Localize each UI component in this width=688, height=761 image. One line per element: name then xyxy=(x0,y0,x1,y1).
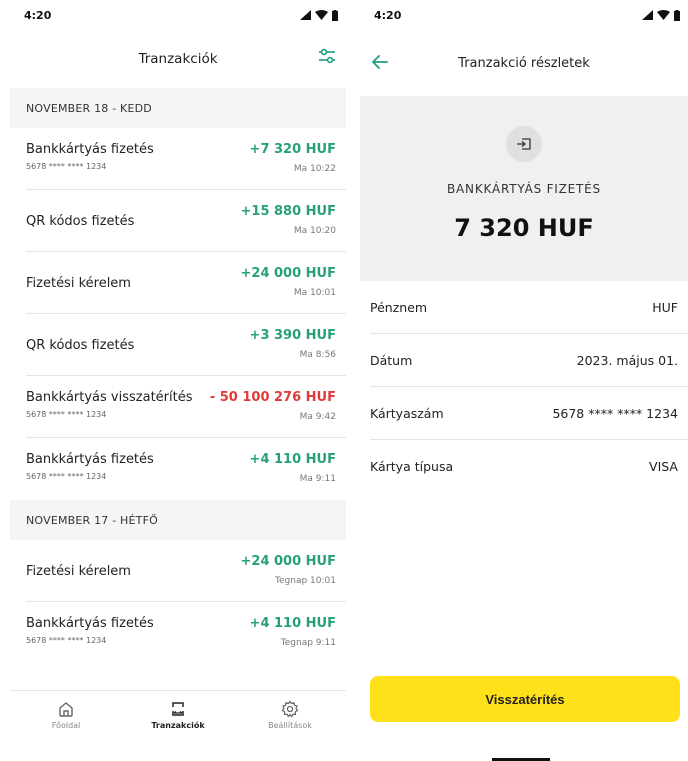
card-number: 5678 **** **** 1234 xyxy=(26,636,107,645)
transactions-screen: 4:20 Tranzakciók NOVEMBER 18 - KEDD Bankk… xyxy=(10,0,346,761)
detail-value: 5678 **** **** 1234 xyxy=(552,405,678,421)
detail-label: Kártyaszám xyxy=(370,405,444,421)
signal-icon xyxy=(642,10,653,20)
status-icons xyxy=(300,9,338,21)
wifi-icon xyxy=(657,10,670,20)
transaction-row[interactable]: QR kódos fizetés +3 390 HUF Ma 8:56 xyxy=(26,314,346,376)
nav-transactions-label: Tranzakciók xyxy=(151,720,205,730)
transaction-row[interactable]: Bankkártyás fizetés 5678 **** **** 1234 +4… xyxy=(26,602,346,664)
transaction-summary: BANKKÁRTYÁS FIZETÉS 7 320 HUF xyxy=(360,96,688,281)
status-time: 4:20 xyxy=(374,8,402,22)
transaction-amount: +3 390 HUF xyxy=(249,328,336,343)
transaction-time: Ma 9:11 xyxy=(299,474,336,484)
wifi-icon xyxy=(315,10,328,20)
section-date-header: NOVEMBER 17 - HÉTFŐ xyxy=(10,500,346,540)
transaction-time: Ma 10:01 xyxy=(293,288,336,298)
detail-label: Kártya típusa xyxy=(370,459,454,474)
detail-value: VISA xyxy=(649,459,678,474)
transaction-amount: +24 000 HUF xyxy=(240,554,337,569)
detail-row: Pénznem HUF xyxy=(370,281,688,334)
transaction-row[interactable]: Fizetési kérelem +24 000 HUF Ma 10:01 xyxy=(26,252,346,314)
details-list: Pénznem HUF Dátum 2023. május 01. Kártyaszám… xyxy=(360,281,688,493)
transaction-title: QR kódos fizetés xyxy=(26,338,135,353)
card-number: 5678 **** **** 1234 xyxy=(26,472,107,481)
detail-value: HUF xyxy=(652,299,678,315)
detail-label: Dátum xyxy=(370,352,413,368)
transaction-rows: Bankkártyás fizetés 5678 **** **** 1234 +7… xyxy=(10,128,346,500)
sliders-icon[interactable] xyxy=(318,48,336,64)
battery-icon xyxy=(332,9,338,21)
transaction-amount: +24 000 HUF xyxy=(240,266,337,281)
transaction-amount: +4 110 HUF xyxy=(249,452,336,467)
transaction-time: Ma 10:22 xyxy=(293,164,336,174)
transaction-details-screen: 4:20 Tranzakció részletek BANKKÁRTYÁS FI… xyxy=(360,0,688,761)
status-time: 4:20 xyxy=(24,8,52,22)
transaction-time: Ma 10:20 xyxy=(293,226,336,236)
transaction-section: NOVEMBER 18 - KEDD Bankkártyás fizetés 567… xyxy=(10,88,346,500)
page-title: Tranzakciók xyxy=(138,51,218,67)
page-title: Tranzakció részletek xyxy=(458,55,590,71)
section-date-header: NOVEMBER 18 - KEDD xyxy=(10,88,346,128)
transaction-row[interactable]: Bankkártyás fizetés 5678 **** **** 1234 +7… xyxy=(26,128,346,190)
transaction-title: Fizetési kérelem xyxy=(26,276,131,291)
detail-value: 2023. május 01. xyxy=(576,352,678,368)
transaction-title: QR kódos fizetés xyxy=(26,214,135,229)
transaction-row[interactable]: Fizetési kérelem +24 000 HUF Tegnap 10:01 xyxy=(26,540,346,602)
transaction-amount: +7 320 HUF xyxy=(249,142,336,157)
transaction-row[interactable]: Bankkártyás fizetés 5678 **** **** 1234 +4… xyxy=(26,438,346,500)
transaction-section: NOVEMBER 17 - HÉTFŐ Fizetési kérelem +24 0… xyxy=(10,500,346,664)
transaction-type: BANKKÁRTYÁS FIZETÉS xyxy=(447,182,601,196)
transaction-title: Bankkártyás fizetés xyxy=(26,616,154,631)
transaction-title: Bankkártyás fizetés xyxy=(26,142,154,157)
refund-button[interactable]: Visszatérítés xyxy=(370,676,680,722)
detail-label: Pénznem xyxy=(370,299,428,315)
transaction-amount: 7 320 HUF xyxy=(454,214,594,242)
detail-row: Dátum 2023. május 01. xyxy=(370,334,688,387)
transaction-row[interactable]: Bankkártyás visszatérítés 5678 **** **** … xyxy=(26,376,346,438)
transaction-amount: - 50 100 276 HUF xyxy=(209,390,336,405)
transaction-time: Tegnap 10:01 xyxy=(275,576,336,586)
nav-settings-label: Beállítások xyxy=(268,720,312,730)
card-number: 5678 **** **** 1234 xyxy=(26,162,107,171)
transaction-time: Ma 9:42 xyxy=(299,412,336,422)
transaction-time: Ma 8:56 xyxy=(299,350,336,360)
transaction-title: Fizetési kérelem xyxy=(26,564,131,579)
detail-row: Kártyaszám 5678 **** **** 1234 xyxy=(370,387,688,440)
status-bar: 4:20 xyxy=(360,0,688,30)
transaction-amount: +15 880 HUF xyxy=(240,204,337,219)
page-header: Tranzakciók xyxy=(10,30,346,88)
nav-home[interactable]: Főoldal xyxy=(10,691,122,738)
transaction-title: Bankkártyás visszatérítés xyxy=(26,390,193,405)
transaction-amount: +4 110 HUF xyxy=(249,616,336,631)
page-header: Tranzakció részletek xyxy=(360,30,688,96)
bottom-navigation: Főoldal Tranzakciók Beállítások xyxy=(10,690,346,738)
status-bar: 4:20 xyxy=(10,0,346,30)
gear-icon xyxy=(281,700,299,718)
home-icon xyxy=(59,701,73,717)
nav-transactions[interactable]: Tranzakciók xyxy=(122,691,234,738)
arrow-left-icon[interactable] xyxy=(370,52,390,72)
transaction-list: NOVEMBER 18 - KEDD Bankkártyás fizetés 567… xyxy=(10,88,346,664)
transaction-time: Tegnap 9:11 xyxy=(280,638,336,648)
card-payment-icon xyxy=(506,126,542,162)
transaction-rows: Fizetési kérelem +24 000 HUF Tegnap 10:01 B… xyxy=(10,540,346,664)
nav-home-label: Főoldal xyxy=(51,720,81,730)
detail-row: Kártya típusa VISA xyxy=(370,440,688,493)
nav-settings[interactable]: Beállítások xyxy=(234,691,346,738)
battery-icon xyxy=(674,9,680,21)
transaction-row[interactable]: QR kódos fizetés +15 880 HUF Ma 10:20 xyxy=(26,190,346,252)
status-icons xyxy=(642,9,680,21)
signal-icon xyxy=(300,10,311,20)
card-number: 5678 **** **** 1234 xyxy=(26,410,107,419)
transaction-title: Bankkártyás fizetés xyxy=(26,452,154,467)
transactions-icon xyxy=(172,701,184,716)
